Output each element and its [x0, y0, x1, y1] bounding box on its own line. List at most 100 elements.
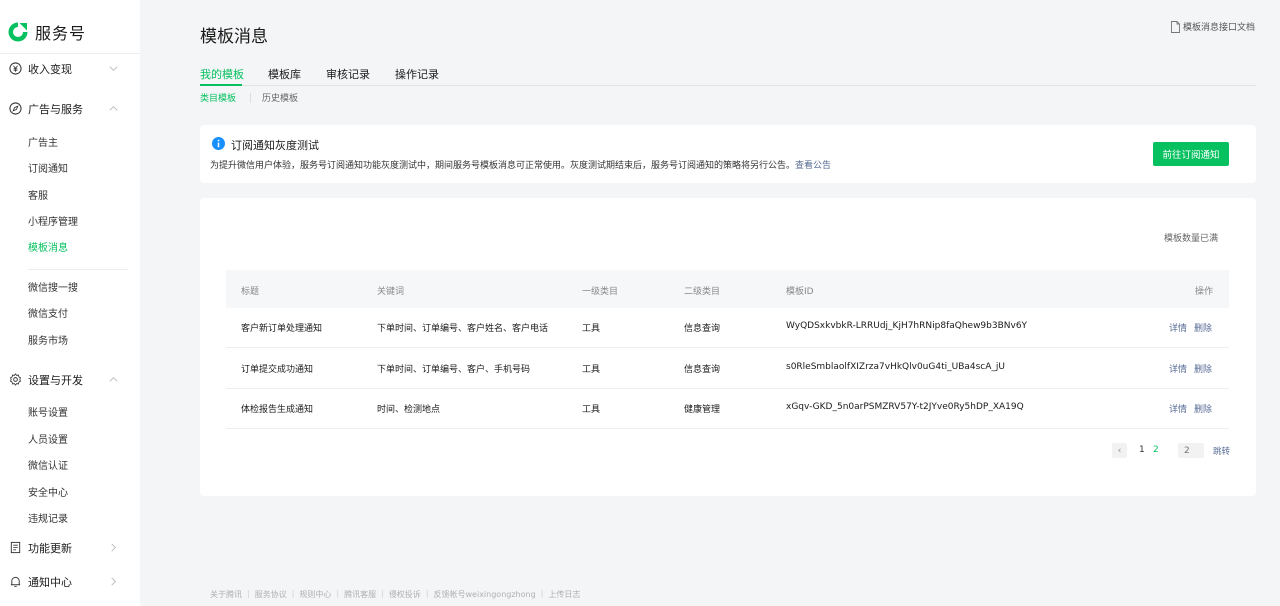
subtab-category-templates[interactable]: 类目模板 — [200, 91, 236, 104]
notice-text: 为提升微信用户体验，服务号订阅通知功能灰度测试中，期间服务号模板消息可正常使用。… — [210, 161, 796, 171]
cell-category1: 工具 — [582, 365, 601, 375]
footer: 关于腾讯 | 服务协议 | 规则中心 | 腾讯客服 | 侵权投诉 | 反馈帐号weixin… — [210, 589, 580, 600]
page-title: 模板消息 — [200, 27, 268, 47]
nav-group-income[interactable]: 收入变现 — [0, 59, 140, 79]
sidebar-item-subscribe-notice[interactable]: 订阅通知 — [28, 163, 68, 177]
template-list-card: 模板数量已满 标题 关键词 一级类目 二级类目 模板ID 操作 客户新订单处理通… — [200, 198, 1256, 496]
notice-description: 为提升微信用户体验，服务号订阅通知功能灰度测试中，期间服务号模板消息可正常使用。… — [210, 158, 831, 171]
notice-banner: 订阅通知灰度测试 为提升微信用户体验，服务号订阅通知功能灰度测试中，期间服务号模… — [200, 125, 1256, 183]
nav-group-ads-services[interactable]: 广告与服务 — [0, 99, 140, 119]
sidebar-item-advertiser[interactable]: 广告主 — [28, 137, 58, 151]
compass-icon — [9, 102, 22, 115]
sidebar-item-template-message[interactable]: 模板消息 — [28, 242, 68, 256]
quota-status: 模板数量已满 — [1164, 234, 1219, 244]
detail-link[interactable]: 详情 — [1169, 402, 1187, 415]
tab-my-templates[interactable]: 我的模板 — [200, 66, 244, 82]
divider: | — [291, 589, 295, 598]
template-api-doc-link[interactable]: 模板消息接口文档 — [1170, 20, 1255, 33]
cell-category2: 信息查询 — [684, 324, 721, 334]
view-announcement-link[interactable]: 查看公告 — [795, 161, 831, 171]
detail-link[interactable]: 详情 — [1169, 321, 1187, 334]
cell-template-id: xGqv-GKD_5n0arPSMZRV57Y-t2JYve0Ry5hDP_XA… — [786, 402, 1024, 412]
subtab-history-templates[interactable]: 历史模板 — [262, 91, 298, 104]
tab-template-library[interactable]: 模板库 — [268, 66, 301, 82]
pagination-prev-button[interactable]: ‹ — [1112, 443, 1127, 458]
chevron-up-icon — [109, 106, 118, 111]
nav-group-settings-dev[interactable]: 设置与开发 — [0, 370, 140, 390]
bell-icon — [10, 576, 21, 587]
pagination-page-1[interactable]: 1 — [1139, 445, 1145, 455]
sidebar-item-service-market[interactable]: 服务市场 — [28, 335, 68, 349]
yen-circle-icon — [9, 62, 22, 75]
divider — [0, 53, 140, 54]
gear-icon — [9, 373, 22, 386]
nav-group-feature-updates[interactable]: 功能更新 — [0, 538, 140, 558]
footer-link[interactable]: 规则中心 — [299, 589, 331, 600]
go-to-subscribe-button[interactable]: 前往订阅通知 — [1153, 142, 1229, 166]
chevron-left-icon: ‹ — [1117, 445, 1122, 456]
chevron-down-icon — [109, 66, 118, 71]
column-header-category2: 二级类目 — [684, 287, 721, 297]
cell-template-id: WyQDSxkvbkR-LRRUdj_KjH7hRNip8faQhew9b3BN… — [786, 321, 1028, 331]
notice-title: 订阅通知灰度测试 — [231, 139, 319, 152]
divider: | — [381, 589, 384, 598]
sidebar-item-wechat-pay[interactable]: 微信支付 — [28, 308, 68, 322]
info-icon — [212, 137, 225, 150]
sidebar-item-customer-service[interactable]: 客服 — [28, 190, 48, 204]
column-header-title: 标题 — [241, 287, 260, 297]
cell-category2: 信息查询 — [684, 365, 721, 375]
table-row: 订单提交成功通知 下单时间、订单编号、客户、手机号码 工具 信息查询 s0Rle… — [226, 349, 1229, 389]
sidebar-item-wechat-search[interactable]: 微信搜一搜 — [28, 282, 78, 296]
cell-category1: 工具 — [582, 324, 601, 334]
tab-review-records[interactable]: 审核记录 — [326, 66, 370, 82]
cell-title: 订单提交成功通知 — [241, 365, 314, 375]
divider — [250, 93, 251, 103]
sidebar-item-wechat-verify[interactable]: 微信认证 — [28, 460, 68, 474]
column-header-actions: 操作 — [1195, 287, 1214, 297]
document-icon — [1171, 20, 1180, 33]
delete-link[interactable]: 删除 — [1194, 402, 1212, 415]
sidebar-item-security-center[interactable]: 安全中心 — [28, 487, 68, 501]
cell-title: 体检报告生成通知 — [241, 405, 314, 415]
tab-operation-records[interactable]: 操作记录 — [395, 66, 439, 82]
nav-group-label: 通知中心 — [28, 576, 72, 589]
logo[interactable]: 服务号 — [6, 20, 86, 44]
update-doc-icon — [10, 541, 21, 554]
nav-group-notification-center[interactable]: 通知中心 — [0, 572, 140, 592]
pagination-jump-input[interactable] — [1178, 443, 1204, 458]
divider: | — [540, 589, 544, 598]
footer-link[interactable]: 关于腾讯 — [210, 589, 242, 600]
column-header-template-id: 模板ID — [786, 287, 814, 297]
cell-title: 客户新订单处理通知 — [241, 324, 323, 334]
delete-link[interactable]: 删除 — [1194, 321, 1212, 334]
footer-link[interactable]: 反馈帐号weixingongzhong — [434, 589, 536, 600]
delete-link[interactable]: 删除 — [1194, 362, 1212, 375]
nav-group-label: 功能更新 — [28, 542, 72, 555]
pagination-jump-button[interactable]: 跳转 — [1213, 445, 1230, 457]
table-row: 客户新订单处理通知 下单时间、订单编号、客户姓名、客户电话 工具 信息查询 Wy… — [226, 308, 1229, 348]
sidebar-item-miniprogram[interactable]: 小程序管理 — [28, 216, 78, 230]
column-header-category1: 一级类目 — [582, 287, 619, 297]
sidebar-item-account-settings[interactable]: 账号设置 — [28, 407, 68, 421]
nav-group-label: 收入变现 — [28, 63, 72, 76]
footer-link[interactable]: 上传日志 — [548, 589, 580, 600]
footer-link[interactable]: 腾讯客服 — [344, 589, 376, 600]
divider: | — [247, 589, 250, 598]
sidebar: 服务号 收入变现 广告与服务 广告主 订阅通知 客服 小程序管理 模板消息 微信… — [0, 0, 140, 606]
cell-keywords: 下单时间、订单编号、客户姓名、客户电话 — [377, 324, 549, 334]
cell-template-id: s0RleSmblaolfXIZrza7vHkQlv0uG4ti_UBa4scA… — [786, 362, 1006, 372]
footer-link[interactable]: 服务协议 — [255, 589, 287, 600]
active-tab-indicator — [200, 84, 242, 86]
nav-group-label: 广告与服务 — [28, 103, 83, 116]
table-header: 标题 关键词 一级类目 二级类目 模板ID 操作 — [226, 270, 1229, 308]
column-header-keywords: 关键词 — [377, 287, 405, 297]
pagination-page-2[interactable]: 2 — [1153, 445, 1159, 455]
nav-group-label: 设置与开发 — [28, 374, 83, 387]
footer-link[interactable]: 侵权投诉 — [389, 589, 421, 600]
chevron-right-icon — [111, 543, 116, 552]
detail-link[interactable]: 详情 — [1169, 362, 1187, 375]
sidebar-item-member-settings[interactable]: 人员设置 — [28, 434, 68, 448]
sidebar-item-violation-records[interactable]: 违规记录 — [28, 513, 68, 527]
divider: | — [425, 589, 429, 598]
cell-keywords: 时间、检测地点 — [377, 405, 441, 415]
